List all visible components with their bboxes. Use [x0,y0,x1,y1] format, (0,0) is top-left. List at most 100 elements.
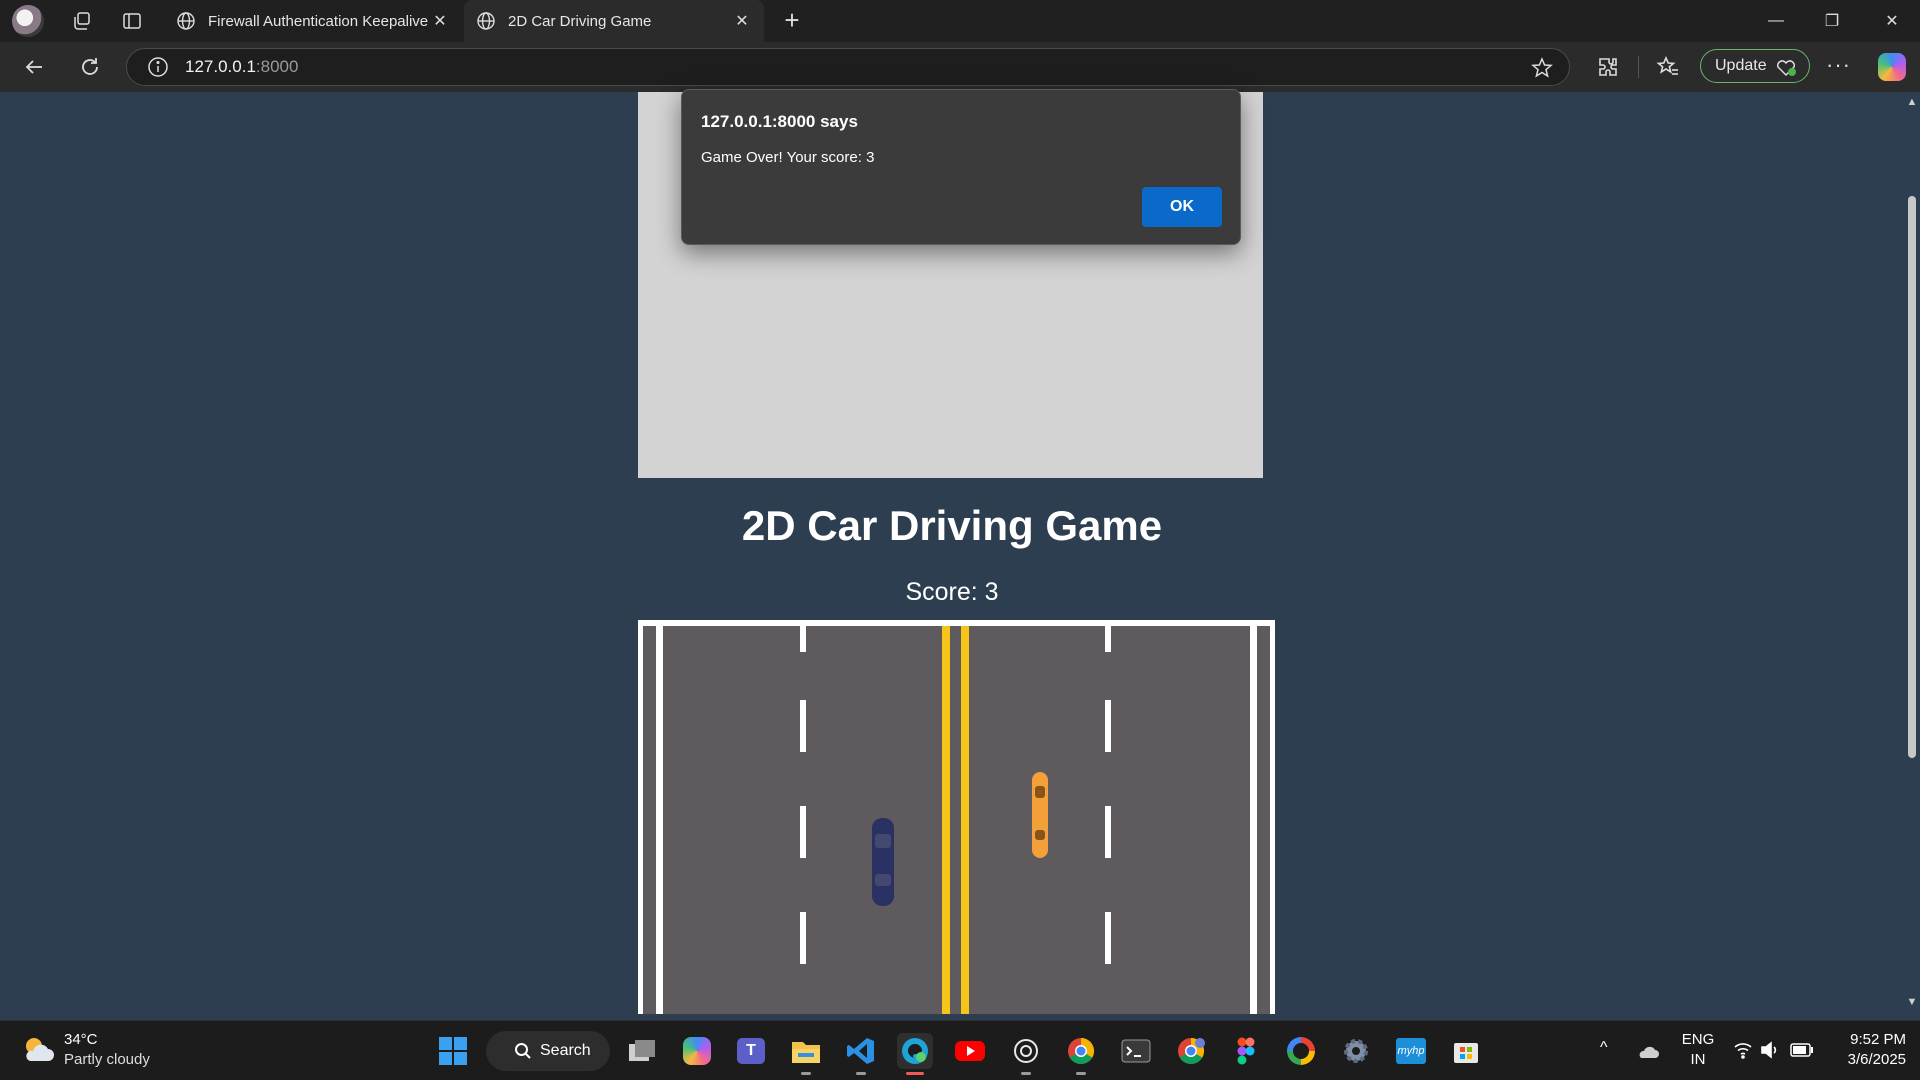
google-glyph [1287,1037,1315,1065]
chrome-icon[interactable] [1063,1033,1099,1075]
figma-icon[interactable] [1228,1033,1264,1069]
favorites-icon[interactable] [1656,55,1680,79]
url-port: :8000 [255,57,299,76]
partly-cloudy-icon[interactable] [20,1033,56,1067]
alert-dialog: 127.0.0.1:8000 says Game Over! Your scor… [681,89,1241,245]
search-icon [515,1043,531,1059]
scrollbar-thumb[interactable] [1908,196,1916,758]
weather-description: Partly cloudy [64,1051,150,1068]
more-options-icon[interactable]: ··· [1826,52,1851,78]
terminal-glyph [1121,1039,1151,1063]
clock-time[interactable]: 9:52 PM [1830,1031,1906,1048]
center-line-right [961,626,969,1014]
globe-icon [177,12,195,30]
copilot-glyph [683,1037,711,1065]
language-code[interactable]: ENG [1680,1031,1716,1048]
chrome-profile-icon[interactable] [1173,1033,1209,1069]
myhp-glyph: myhp [1396,1038,1426,1064]
edge-browser-icon[interactable] [897,1033,933,1075]
workspaces-icon[interactable] [66,5,98,37]
wifi-icon[interactable] [1733,1041,1753,1059]
clock-date[interactable]: 3/6/2025 [1830,1051,1906,1068]
refresh-icon [82,58,98,75]
active-indicator [906,1072,924,1075]
gear-icon [1344,1039,1368,1063]
new-tab-button[interactable]: + [776,5,808,37]
score-display: Score: 3 [905,578,999,606]
battery-icon[interactable] [1790,1042,1814,1058]
site-info-icon[interactable] [147,56,169,78]
teams-glyph: T [737,1038,765,1064]
address-url: 127.0.0.1:8000 [185,57,298,77]
file-explorer-icon[interactable] [788,1033,824,1075]
road-svg [638,620,1275,1014]
show-hidden-icons-icon[interactable]: ^ [1600,1039,1608,1057]
minimize-button[interactable]: — [1748,0,1804,42]
road-surface [643,626,1270,1014]
youtube-glyph [955,1041,985,1061]
running-indicator [1076,1072,1086,1075]
dialog-message: Game Over! Your score: 3 [701,149,875,166]
windows-logo-icon [439,1037,467,1065]
figma-glyph [1237,1037,1255,1065]
update-label: Update [1715,57,1767,74]
youtube-icon[interactable] [952,1033,988,1069]
back-button[interactable] [18,51,50,83]
profile-avatar[interactable] [12,5,44,37]
player-car [872,818,894,906]
google-app-icon[interactable] [1283,1033,1319,1069]
browser-toolbar: 127.0.0.1:8000 Update ··· [0,42,1920,92]
favorite-star-icon[interactable] [1531,57,1553,79]
tab-title: 2D Car Driving Game [508,12,652,30]
teams-icon[interactable]: T [733,1033,769,1069]
chatgpt-icon[interactable] [1008,1033,1044,1075]
restore-button[interactable]: ❐ [1804,0,1860,42]
game-canvas[interactable] [638,620,1275,1014]
tab-firewall-authentication[interactable]: Firewall Authentication Keepalive ✕ [164,0,462,42]
url-host: 127.0.0.1 [185,57,256,76]
chrome-profile-glyph [1178,1037,1205,1065]
running-indicator [801,1072,811,1075]
extensions-icon[interactable] [1596,55,1620,79]
start-button[interactable] [435,1033,471,1069]
settings-icon[interactable] [1338,1033,1374,1069]
task-view-glyph [629,1040,655,1061]
browser-health-icon [1776,60,1796,77]
weather-temperature: 34°C [64,1031,98,1048]
page-scrollbar[interactable]: ▲ ▼ [1904,92,1920,1014]
scroll-down-icon[interactable]: ▼ [1906,996,1918,1008]
running-indicator [856,1072,866,1075]
right-edge-line [1250,626,1257,1014]
myhp-icon[interactable]: myhp [1393,1033,1429,1069]
update-button[interactable]: Update [1700,49,1810,83]
vertical-tabs-icon[interactable] [116,5,148,37]
game-title: 2D Car Driving Game [741,502,1163,549]
arrow-left-icon [25,60,42,74]
tab-2d-car-driving-game[interactable]: 2D Car Driving Game ✕ [464,0,764,42]
toolbar-divider [1638,56,1639,78]
refresh-button[interactable] [74,51,106,83]
region-code[interactable]: IN [1680,1051,1716,1068]
tab-close-icon[interactable]: ✕ [732,11,752,31]
center-line-left [942,626,950,1014]
edge-glyph [902,1038,928,1064]
obstacle-car [1032,772,1048,858]
ok-button[interactable]: OK [1142,187,1222,227]
vscode-glyph [847,1038,874,1064]
volume-icon[interactable] [1760,1041,1780,1059]
search-label: Search [540,1042,591,1059]
terminal-icon[interactable] [1118,1033,1154,1069]
onedrive-icon[interactable] [1636,1041,1660,1061]
scroll-up-icon[interactable]: ▲ [1906,96,1918,108]
task-view-icon[interactable] [624,1033,660,1069]
microsoft-store-icon[interactable] [1448,1033,1484,1069]
vscode-icon[interactable] [843,1033,879,1075]
copilot-icon[interactable] [1878,53,1906,81]
copilot-app-icon[interactable] [679,1033,715,1069]
folder-glyph [792,1042,820,1063]
close-window-button[interactable]: ✕ [1864,0,1920,42]
chatgpt-glyph [1014,1039,1038,1063]
tab-close-icon[interactable]: ✕ [430,11,450,31]
taskbar-search[interactable]: Search [486,1031,610,1071]
address-bar[interactable]: 127.0.0.1:8000 [126,48,1570,86]
